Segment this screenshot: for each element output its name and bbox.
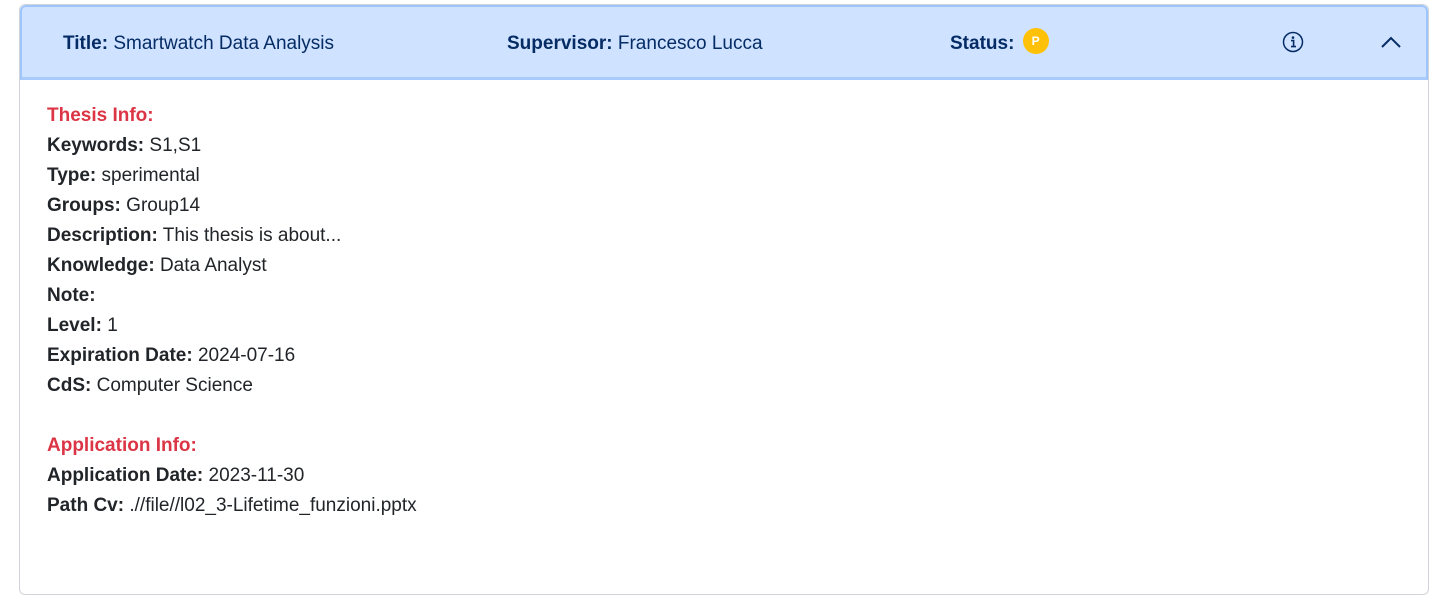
application-date-label: Application Date: (47, 465, 204, 486)
note-row: Note: (47, 281, 1428, 311)
title-label: Title: (63, 33, 109, 54)
cds-row: CdS: Computer Science (47, 371, 1428, 401)
description-value: This thesis is about... (162, 225, 342, 246)
knowledge-label: Knowledge: (47, 255, 155, 276)
level-label: Level: (47, 315, 102, 336)
keywords-label: Keywords: (47, 135, 145, 156)
groups-row: Groups: Group14 (47, 191, 1428, 221)
application-info-title: Application Info: (47, 435, 197, 456)
expiration-date-row: Expiration Date: 2024-07-16 (47, 341, 1428, 371)
expiration-date-label: Expiration Date: (47, 345, 193, 366)
accordion-header[interactable]: Title: Smartwatch Data Analysis Supervis… (20, 5, 1428, 80)
keywords-value: S1,S1 (149, 135, 202, 156)
application-date-row: Application Date: 2023-11-30 (47, 461, 1428, 491)
cds-value: Computer Science (96, 375, 253, 396)
note-label: Note: (47, 285, 96, 306)
description-label: Description: (47, 225, 158, 246)
header-status: Status: P (950, 28, 1049, 57)
knowledge-value: Data Analyst (159, 255, 267, 276)
keywords-row: Keywords: S1,S1 (47, 131, 1428, 161)
title-value: Smartwatch Data Analysis (113, 33, 335, 54)
header-supervisor: Supervisor: Francesco Lucca (507, 33, 763, 55)
level-value: 1 (107, 315, 118, 336)
groups-value: Group14 (126, 195, 201, 216)
application-date-value: 2023-11-30 (208, 465, 305, 486)
description-row: Description: This thesis is about... (47, 221, 1428, 251)
expiration-date-value: 2024-07-16 (197, 345, 296, 366)
header-title: Title: Smartwatch Data Analysis (63, 33, 334, 55)
type-value: sperimental (101, 165, 200, 186)
type-row: Type: sperimental (47, 161, 1428, 191)
type-label: Type: (47, 165, 97, 186)
level-row: Level: 1 (47, 311, 1428, 341)
chevron-up-icon[interactable] (1379, 33, 1403, 51)
path-cv-row: Path Cv: .//file//l02_3-Lifetime_funzion… (47, 491, 1428, 521)
groups-label: Groups: (47, 195, 121, 216)
cds-label: CdS: (47, 375, 92, 396)
path-cv-value: .//file//l02_3-Lifetime_funzioni.pptx (129, 495, 417, 516)
thesis-info-title: Thesis Info: (47, 105, 154, 126)
path-cv-label: Path Cv: (47, 495, 125, 516)
status-label: Status: (950, 33, 1015, 55)
status-badge: P (1022, 28, 1049, 54)
supervisor-label: Supervisor: (507, 33, 613, 54)
supervisor-value: Francesco Lucca (617, 33, 763, 54)
info-circle-icon[interactable] (1282, 31, 1304, 53)
accordion-body: Thesis Info: Keywords: S1,S1 Type: speri… (20, 80, 1428, 521)
thesis-application-card: Title: Smartwatch Data Analysis Supervis… (19, 4, 1429, 595)
knowledge-row: Knowledge: Data Analyst (47, 251, 1428, 281)
